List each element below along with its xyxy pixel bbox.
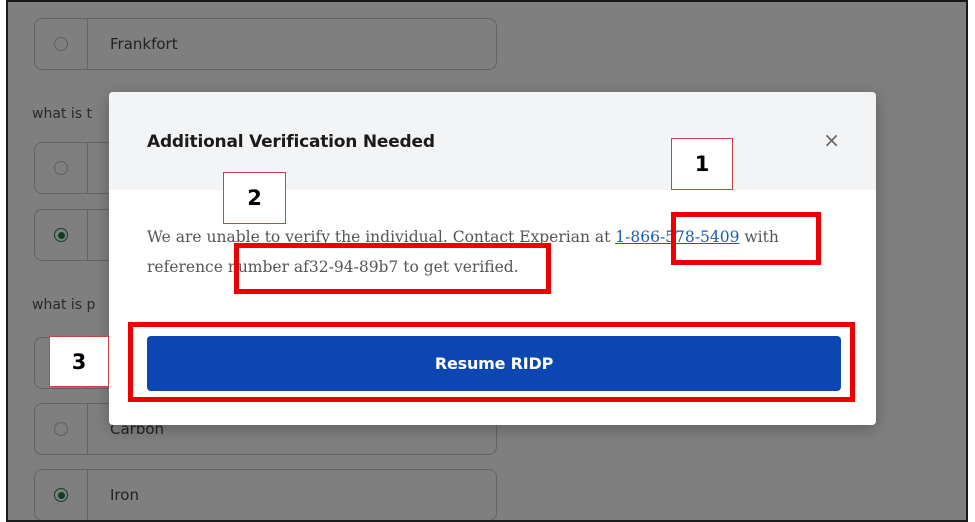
annotation-label-1: 1: [671, 138, 733, 190]
resume-ridp-button[interactable]: Resume RIDP: [147, 336, 841, 391]
phone-link[interactable]: 1-866-578-5409: [615, 228, 739, 246]
page-frame: Frankfort what is t E W what is p Ca: [6, 0, 968, 522]
close-icon[interactable]: ×: [823, 130, 840, 150]
annotation-label-2: 2: [223, 172, 286, 224]
annotation-label-3: 3: [49, 336, 109, 387]
modal-message: We are unable to verify the individual. …: [147, 222, 837, 282]
verification-modal: Additional Verification Needed × We are …: [109, 92, 876, 425]
modal-title: Additional Verification Needed: [147, 132, 435, 152]
message-prefix: We are unable to verify the individual. …: [147, 228, 616, 246]
